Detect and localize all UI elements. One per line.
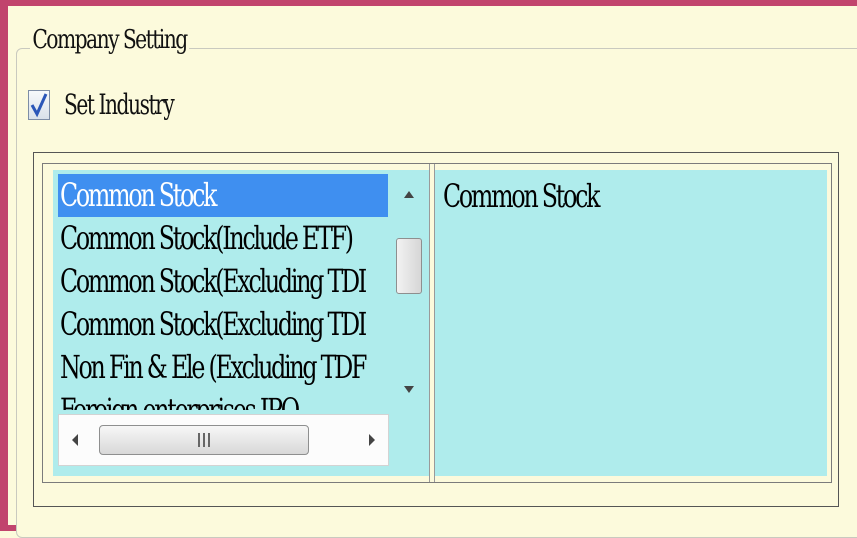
list-item[interactable]: Common Stock(Excluding TDI xyxy=(58,303,388,346)
set-industry-label: Set Industry xyxy=(64,88,175,121)
list-item[interactable]: Common Stock(Include ETF) xyxy=(58,217,388,260)
horizontal-scroll-thumb[interactable] xyxy=(99,425,309,455)
scroll-left-button[interactable] xyxy=(59,415,91,465)
industry-listbox[interactable]: Common Stock Common Stock(Include ETF) Com… xyxy=(53,170,429,476)
list-item-label: Common Stock xyxy=(60,176,218,214)
scroll-down-button[interactable] xyxy=(393,370,425,410)
check-icon xyxy=(30,93,48,118)
list-item-label: Non Fin & Ele (Excluding TDF xyxy=(60,348,367,386)
selected-industry-text: Common Stock xyxy=(443,177,601,215)
industry-panel-inner: Common Stock Common Stock(Include ETF) Com… xyxy=(42,163,832,483)
selected-industry-panel: Common Stock xyxy=(435,170,827,476)
arrow-down-icon xyxy=(404,386,414,393)
arrow-right-icon xyxy=(369,434,375,446)
industry-list-items: Common Stock Common Stock(Include ETF) Com… xyxy=(58,174,388,410)
arrow-left-icon xyxy=(72,434,78,446)
vertical-scroll-thumb[interactable] xyxy=(396,238,422,294)
scroll-right-button[interactable] xyxy=(356,415,388,465)
industry-panel: Common Stock Common Stock(Include ETF) Com… xyxy=(33,152,839,507)
set-industry-checkbox[interactable]: Set Industry xyxy=(28,88,216,122)
grip-icon xyxy=(198,433,210,447)
group-title: Company Setting xyxy=(30,24,189,56)
list-item[interactable]: Common Stock xyxy=(58,174,388,217)
list-item-label: Common Stock(Excluding TDI xyxy=(60,305,367,343)
list-item[interactable]: Non Fin & Ele (Excluding TDF xyxy=(58,346,388,389)
arrow-up-icon xyxy=(404,191,414,198)
checkbox-box[interactable] xyxy=(28,90,50,120)
horizontal-scrollbar[interactable] xyxy=(58,414,389,466)
list-item-label: Common Stock(Excluding TDI xyxy=(60,262,367,300)
list-item[interactable]: Foreign enterprises IPO xyxy=(58,389,388,410)
scroll-up-button[interactable] xyxy=(393,174,425,214)
list-item[interactable]: Common Stock(Excluding TDI xyxy=(58,260,388,303)
vertical-scrollbar[interactable] xyxy=(393,174,425,410)
list-item-label: Common Stock(Include ETF) xyxy=(60,219,354,257)
scrollbar-corner xyxy=(393,414,425,466)
list-item-label: Foreign enterprises IPO xyxy=(60,391,300,410)
